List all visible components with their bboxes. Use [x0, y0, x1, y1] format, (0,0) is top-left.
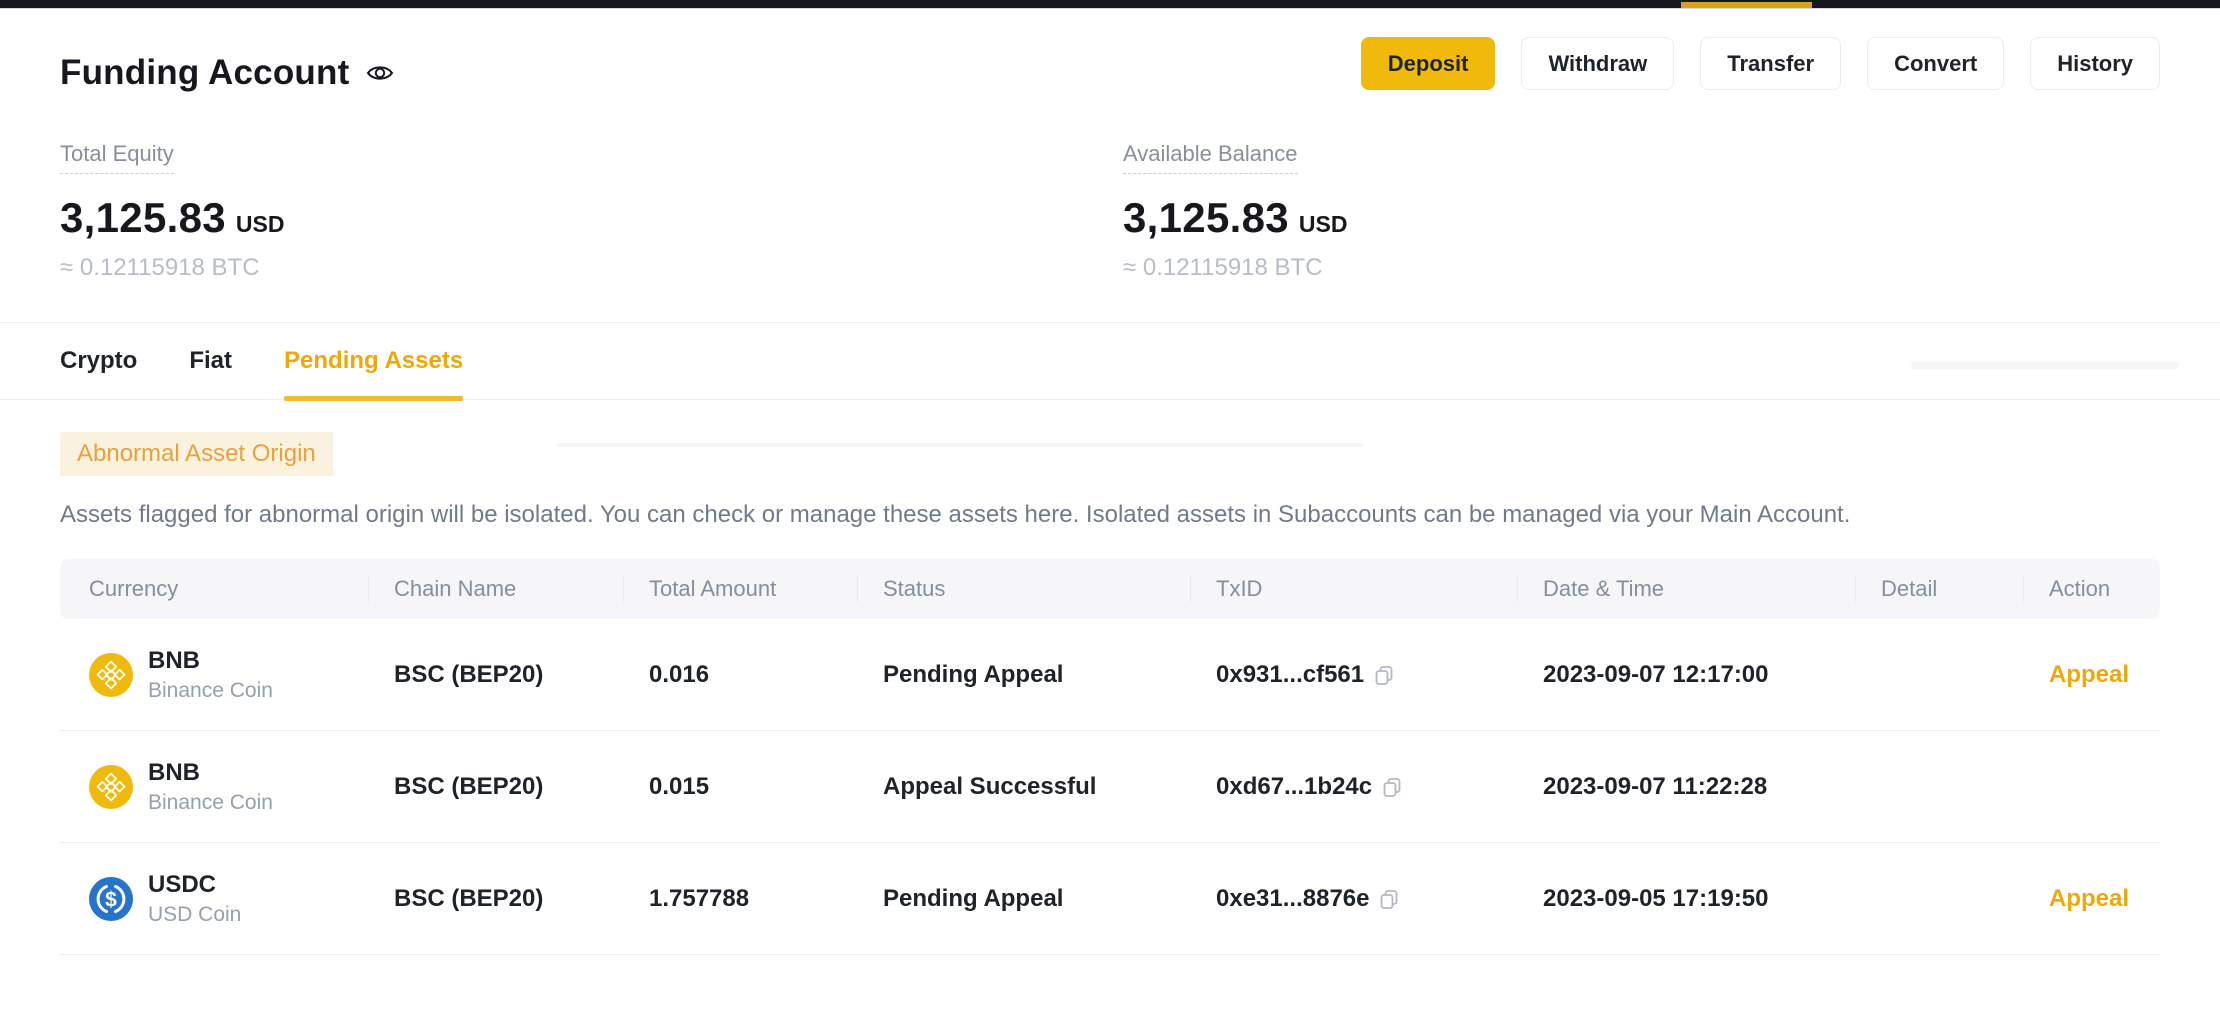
pending-assets-table: Currency Chain Name Total Amount Status … [60, 559, 2160, 955]
txid-cell: 0x931...cf561 [1216, 661, 1543, 689]
col-total-amount: Total Amount [649, 576, 883, 602]
loading-skeleton-line [557, 443, 1363, 447]
table-row: BNB Binance Coin BSC (BEP20) 0.015 Appea… [60, 731, 2160, 843]
loading-skeleton-line [1911, 362, 2179, 369]
table-row: BNB Binance Coin BSC (BEP20) 0.016 Pendi… [60, 619, 2160, 731]
copy-icon[interactable] [1373, 664, 1395, 686]
copy-icon[interactable] [1378, 888, 1400, 910]
col-currency: Currency [89, 576, 394, 602]
copy-icon[interactable] [1381, 776, 1403, 798]
coin-name: Binance Coin [148, 790, 273, 815]
available-balance-value-row: 3,125.83 USD [1123, 194, 1347, 242]
balances-section: Total Equity 3,125.83 USD ≈ 0.12115918 B… [60, 141, 2160, 322]
txid-text: 0xd67...1b24c [1216, 773, 1372, 801]
appeal-link[interactable]: Appeal [2049, 885, 2129, 912]
available-balance-value: 3,125.83 [1123, 194, 1289, 242]
withdraw-button[interactable]: Withdraw [1521, 37, 1674, 90]
coin-symbol: BNB [148, 646, 273, 676]
funding-account-page: Funding Account Deposit Withdraw Transfe… [0, 0, 2220, 1020]
col-date-time: Date & Time [1543, 576, 1881, 602]
coin-name: USD Coin [148, 902, 241, 927]
page-title: Funding Account [60, 53, 349, 93]
svg-text:$: $ [105, 888, 117, 911]
col-status: Status [883, 576, 1216, 602]
txid-text: 0xe31...8876e [1216, 885, 1369, 913]
section-description: Assets flagged for abnormal origin will … [60, 501, 2160, 529]
account-actions: Deposit Withdraw Transfer Convert Histor… [1335, 37, 2160, 90]
chain-name-cell: BSC (BEP20) [394, 661, 649, 689]
col-chain-name: Chain Name [394, 576, 649, 602]
coin-symbol: BNB [148, 758, 273, 788]
coin-text: BNB Binance Coin [148, 758, 273, 815]
page-content: Funding Account Deposit Withdraw Transfe… [0, 9, 2220, 322]
col-txid: TxID [1216, 576, 1543, 602]
asset-tabs: Crypto Fiat Pending Assets [0, 323, 2220, 400]
available-balance-btc-approx: ≈ 0.12115918 BTC [1123, 254, 1347, 282]
bnb-icon [89, 765, 133, 809]
status-cell: Appeal Successful [883, 773, 1216, 801]
status-cell: Pending Appeal [883, 885, 1216, 913]
page-header: Funding Account Deposit Withdraw Transfe… [60, 9, 2160, 93]
total-amount-cell: 0.016 [649, 661, 883, 689]
currency-cell: BNB Binance Coin [89, 758, 394, 815]
deposit-button[interactable]: Deposit [1361, 37, 1496, 90]
total-equity-btc-approx: ≈ 0.12115918 BTC [60, 254, 1123, 282]
txid-cell: 0xe31...8876e [1216, 885, 1543, 913]
usdc-icon: $ [89, 877, 133, 921]
currency-cell: $ USDC USD Coin [89, 870, 394, 927]
txid-text: 0x931...cf561 [1216, 661, 1364, 689]
coin-name: Binance Coin [148, 678, 273, 703]
appeal-link[interactable]: Appeal [2049, 661, 2129, 688]
history-button[interactable]: History [2030, 37, 2160, 90]
coin-text: BNB Binance Coin [148, 646, 273, 703]
title-wrap: Funding Account [60, 53, 395, 93]
available-balance-label: Available Balance [1123, 141, 1298, 174]
table-row: $ USDC USD Coin BSC (BEP20) 1.757788 Pen… [60, 843, 2160, 955]
txid-cell: 0xd67...1b24c [1216, 773, 1543, 801]
table-header: Currency Chain Name Total Amount Status … [60, 559, 2160, 619]
active-nav-indicator [1681, 2, 1812, 8]
total-amount-cell: 1.757788 [649, 885, 883, 913]
convert-button[interactable]: Convert [1867, 37, 2004, 90]
available-balance-block: Available Balance 3,125.83 USD ≈ 0.12115… [1123, 141, 1347, 282]
tab-pending-assets[interactable]: Pending Assets [284, 323, 463, 399]
total-equity-label: Total Equity [60, 141, 174, 174]
chain-name-cell: BSC (BEP20) [394, 885, 649, 913]
col-action: Action [2049, 576, 2160, 602]
coin-symbol: USDC [148, 870, 241, 900]
tab-fiat[interactable]: Fiat [189, 323, 232, 399]
status-cell: Pending Appeal [883, 661, 1216, 689]
hide-balance-eye-icon[interactable] [365, 58, 395, 88]
transfer-button[interactable]: Transfer [1700, 37, 1841, 90]
tab-crypto[interactable]: Crypto [60, 323, 137, 399]
total-equity-value: 3,125.83 [60, 194, 226, 242]
currency-cell: BNB Binance Coin [89, 646, 394, 703]
chain-name-cell: BSC (BEP20) [394, 773, 649, 801]
datetime-cell: 2023-09-07 12:17:00 [1543, 661, 1881, 689]
coin-text: USDC USD Coin [148, 870, 241, 927]
total-equity-block: Total Equity 3,125.83 USD ≈ 0.12115918 B… [60, 141, 1123, 282]
action-cell: Appeal [2049, 885, 2160, 913]
action-cell: Appeal [2049, 661, 2160, 689]
total-equity-currency: USD [236, 211, 285, 238]
available-balance-currency: USD [1299, 211, 1348, 238]
bnb-icon [89, 653, 133, 697]
abnormal-asset-origin-badge: Abnormal Asset Origin [60, 432, 333, 476]
datetime-cell: 2023-09-05 17:19:50 [1543, 885, 1881, 913]
total-amount-cell: 0.015 [649, 773, 883, 801]
total-equity-value-row: 3,125.83 USD [60, 194, 1123, 242]
pending-assets-section: Abnormal Asset Origin Assets flagged for… [0, 400, 2220, 955]
datetime-cell: 2023-09-07 11:22:28 [1543, 773, 1881, 801]
top-navbar [0, 0, 2220, 9]
